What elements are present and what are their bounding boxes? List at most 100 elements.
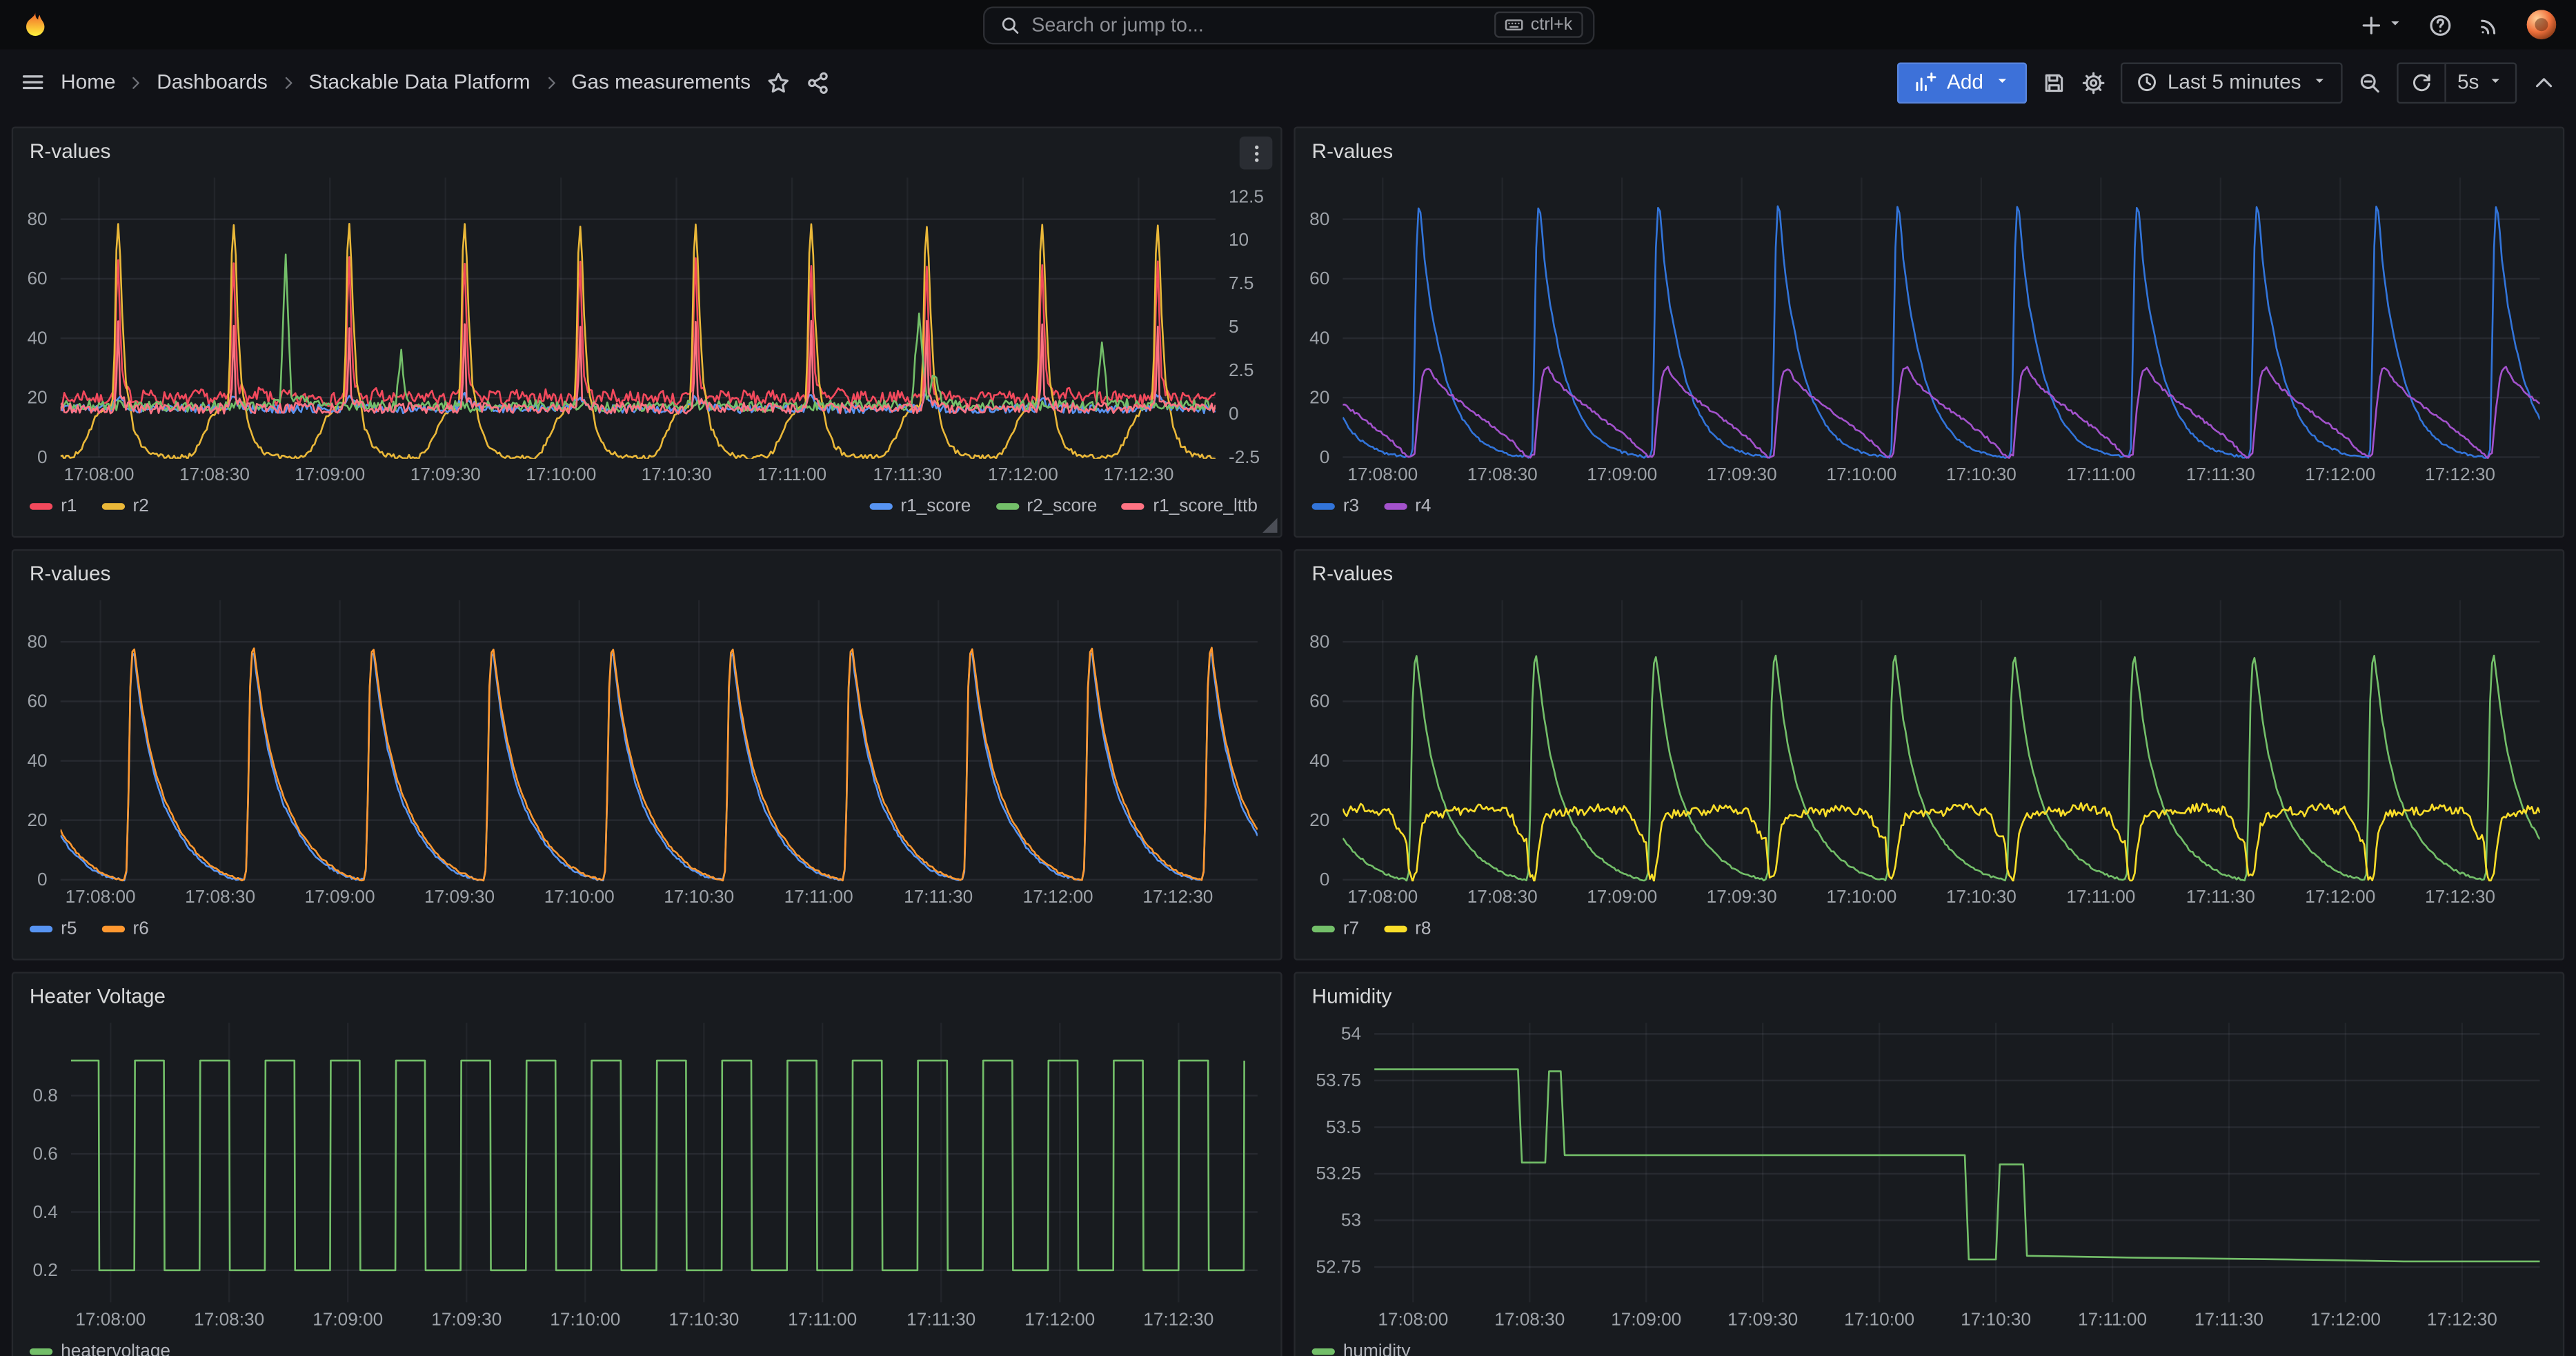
x-tick-label: 17:09:00 (305, 886, 375, 907)
series-r6 (61, 648, 1258, 881)
legend-swatch (1384, 926, 1407, 933)
x-tick-label: 17:09:30 (1707, 464, 1777, 484)
chart-r-values-1: 020406080-2.502.557.51012.517:08:0017:08… (13, 168, 1280, 490)
chevron-right-icon (542, 73, 559, 91)
legend-swatch (869, 503, 892, 510)
clock-icon (2134, 70, 2157, 93)
x-tick-label: 17:11:00 (2078, 1309, 2147, 1330)
series-heatervoltage (69, 1061, 1245, 1270)
x-tick-label: 17:08:00 (66, 886, 136, 907)
panel-title[interactable]: R-values (1312, 139, 1394, 161)
legend-item-r1[interactable]: r1 (30, 497, 77, 517)
y-tick-label: 0.6 (32, 1143, 57, 1163)
legend-item-r7[interactable]: r7 (1312, 919, 1360, 939)
series-r5 (61, 653, 1258, 881)
x-tick-label: 17:11:30 (2186, 464, 2255, 484)
legend-item-r2_score[interactable]: r2_score (995, 497, 1097, 517)
y-tick-label: 60 (1309, 268, 1329, 288)
x-tick-label: 17:11:30 (906, 1309, 975, 1330)
legend-swatch (1122, 503, 1145, 510)
series-r3 (1343, 206, 2539, 458)
y2-tick-label: 0 (1229, 403, 1239, 424)
y-tick-label: 80 (27, 208, 47, 229)
add-button[interactable]: Add (1897, 61, 2025, 103)
legend-item-r1_score[interactable]: r1_score (869, 497, 971, 517)
legend-item-r8[interactable]: r8 (1384, 919, 1431, 939)
x-tick-label: 17:09:30 (424, 886, 495, 907)
help-button[interactable] (2428, 12, 2453, 37)
x-tick-label: 17:08:30 (1467, 464, 1538, 484)
panel-title[interactable]: Heater Voltage (30, 984, 166, 1007)
panel-header: R-values (13, 128, 1280, 168)
time-range-picker[interactable]: Last 5 minutes (2120, 61, 2342, 103)
add-new-button[interactable] (2359, 10, 2403, 39)
series-lines (61, 224, 1216, 459)
legend-swatch (101, 503, 124, 510)
x-tick-label: 17:09:30 (410, 464, 481, 484)
collapse-toolbar-button[interactable] (2532, 70, 2557, 95)
panel-title[interactable]: Humidity (1312, 984, 1392, 1007)
legend-swatch (1312, 503, 1335, 510)
panel-menu-button[interactable] (1240, 137, 1273, 170)
axis-labels: 0.20.40.60.817:08:0017:08:3017:09:0017:0… (32, 1085, 1213, 1330)
legend-swatch (30, 503, 52, 510)
y-tick-label: 20 (27, 387, 47, 408)
caret-down-icon (2387, 10, 2404, 39)
x-tick-label: 17:12:30 (2425, 464, 2495, 484)
panel-title[interactable]: R-values (30, 139, 111, 161)
legend-item-r5[interactable]: r5 (30, 919, 77, 939)
x-tick-label: 17:10:30 (1946, 464, 2017, 484)
legend-swatch (30, 926, 52, 933)
breadcrumb-home[interactable]: Home (61, 70, 115, 93)
legend-item-heatervoltage[interactable]: heatervoltage (30, 1342, 170, 1356)
legend-item-r4[interactable]: r4 (1384, 497, 1431, 517)
x-tick-label: 17:10:30 (642, 464, 712, 484)
x-tick-label: 17:11:00 (2066, 886, 2135, 907)
share-button[interactable] (805, 70, 830, 95)
legend-item-r6[interactable]: r6 (101, 919, 149, 939)
y-tick-label: 40 (27, 328, 47, 348)
x-tick-label: 17:10:00 (1826, 464, 1896, 484)
grafana-logo-icon[interactable] (20, 9, 51, 40)
refresh-interval-picker[interactable]: 5s (2446, 63, 2515, 101)
y-tick-label: 40 (1309, 750, 1329, 771)
caret-down-icon (2487, 70, 2504, 93)
search-bar[interactable]: Search or jump to... ctrl+k (982, 6, 1594, 43)
breadcrumb-dashboards[interactable]: Dashboards (157, 70, 268, 93)
legend-item-r1_score_lttb[interactable]: r1_score_lttb (1122, 497, 1258, 517)
y2-tick-label: 5 (1229, 316, 1239, 337)
y-tick-label: 52.75 (1316, 1256, 1361, 1277)
x-tick-label: 17:10:00 (544, 886, 615, 907)
breadcrumb-dashboard-title[interactable]: Gas measurements (571, 70, 751, 93)
grid-lines (1343, 177, 2539, 457)
x-tick-label: 17:10:30 (1961, 1309, 2031, 1330)
grid-lines (71, 1023, 1258, 1302)
grid-lines (61, 177, 1216, 457)
dashboard-settings-button[interactable] (2081, 70, 2106, 95)
x-tick-label: 17:08:00 (75, 1309, 146, 1330)
breadcrumb-folder[interactable]: Stackable Data Platform (308, 70, 530, 93)
axis-labels: 02040608017:08:0017:08:3017:09:0017:09:3… (1309, 631, 2495, 907)
zoom-out-button[interactable] (2357, 70, 2382, 95)
panel-legend: r5 r6 (13, 913, 1280, 959)
panel-resize-handle[interactable] (1262, 518, 1277, 533)
legend-item-r3[interactable]: r3 (1312, 497, 1360, 517)
news-button[interactable] (2477, 12, 2502, 37)
chart-humidity: 52.755353.2553.553.755417:08:0017:08:301… (1296, 1013, 2563, 1335)
y-tick-label: 0.8 (32, 1085, 57, 1106)
user-avatar[interactable] (2527, 10, 2557, 39)
menu-toggle-button[interactable] (20, 69, 46, 95)
legend-label: r3 (1343, 497, 1359, 517)
legend-item-r2[interactable]: r2 (101, 497, 149, 517)
legend-label: r8 (1415, 919, 1431, 939)
panel-title[interactable]: R-values (1312, 562, 1394, 584)
plus-icon (2359, 12, 2384, 37)
refresh-button[interactable] (2398, 63, 2444, 101)
legend-item-humidity[interactable]: humidity (1312, 1342, 1411, 1356)
panel-title[interactable]: R-values (30, 562, 111, 584)
save-dashboard-button[interactable] (2041, 70, 2065, 95)
panel-r-values-2: R-values 02040608017:08:0017:08:3017:09:… (1294, 126, 2564, 538)
x-tick-label: 17:12:30 (1143, 1309, 1213, 1330)
favorite-star-button[interactable] (766, 70, 791, 95)
y2-tick-label: -2.5 (1229, 446, 1260, 467)
